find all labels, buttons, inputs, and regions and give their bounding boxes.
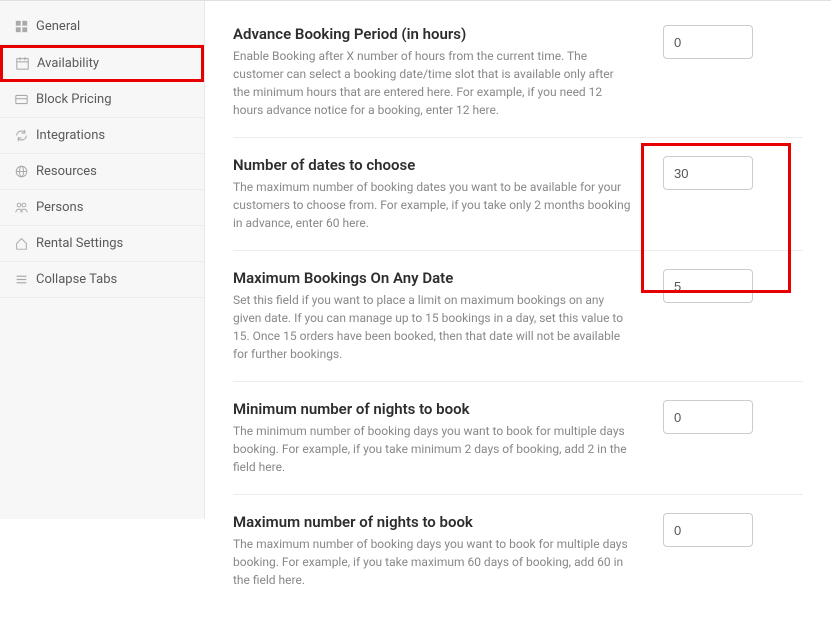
sidebar-item-availability[interactable]: Availability <box>0 45 204 82</box>
field-title: Advance Booking Period (in hours) <box>233 25 633 43</box>
field-title: Minimum number of nights to book <box>233 400 633 418</box>
sidebar-item-block-pricing[interactable]: Block Pricing <box>0 82 204 118</box>
field-num-dates: Number of dates to choose The maximum nu… <box>233 138 803 251</box>
field-title: Number of dates to choose <box>233 156 633 174</box>
field-max-bookings: Maximum Bookings On Any Date Set this fi… <box>233 251 803 382</box>
sidebar-item-persons[interactable]: Persons <box>0 190 204 226</box>
max-nights-input[interactable] <box>663 513 753 547</box>
field-description: The minimum number of booking days you w… <box>233 422 633 476</box>
sidebar-item-collapse-tabs[interactable]: Collapse Tabs <box>0 262 204 298</box>
settings-panel: Advance Booking Period (in hours) Enable… <box>205 1 831 627</box>
users-icon <box>14 201 28 215</box>
field-title: Maximum Bookings On Any Date <box>233 269 633 287</box>
card-icon <box>14 93 28 107</box>
field-description: The maximum number of booking days you w… <box>233 535 633 589</box>
field-description: Enable Booking after X number of hours f… <box>233 47 633 119</box>
sidebar-item-label: Block Pricing <box>36 92 112 107</box>
sidebar-item-label: Integrations <box>36 128 105 143</box>
sidebar-item-rental-settings[interactable]: Rental Settings <box>0 226 204 262</box>
field-description: The maximum number of booking dates you … <box>233 178 633 232</box>
field-advance-booking: Advance Booking Period (in hours) Enable… <box>233 21 803 138</box>
refresh-icon <box>14 129 28 143</box>
field-min-nights: Minimum number of nights to book The min… <box>233 382 803 495</box>
sidebar-item-integrations[interactable]: Integrations <box>0 118 204 154</box>
sidebar: General Availability Block Pricing Integ… <box>0 1 205 519</box>
globe-icon <box>14 165 28 179</box>
sidebar-item-label: Resources <box>36 164 97 179</box>
sidebar-item-label: General <box>36 19 80 34</box>
field-max-nights: Maximum number of nights to book The max… <box>233 495 803 607</box>
home-icon <box>14 237 28 251</box>
sidebar-item-resources[interactable]: Resources <box>0 154 204 190</box>
advance-booking-input[interactable] <box>663 25 753 59</box>
sidebar-item-label: Persons <box>36 200 83 215</box>
sidebar-item-label: Rental Settings <box>36 236 123 251</box>
max-bookings-input[interactable] <box>663 269 753 303</box>
calendar-icon <box>15 57 29 71</box>
sidebar-item-label: Availability <box>37 56 99 71</box>
field-title: Maximum number of nights to book <box>233 513 633 531</box>
sidebar-item-label: Collapse Tabs <box>36 272 117 287</box>
field-description: Set this field if you want to place a li… <box>233 291 633 363</box>
menu-icon <box>14 273 28 287</box>
sidebar-item-general[interactable]: General <box>0 9 204 45</box>
min-nights-input[interactable] <box>663 400 753 434</box>
grid-icon <box>14 20 28 34</box>
num-dates-input[interactable] <box>663 156 753 190</box>
